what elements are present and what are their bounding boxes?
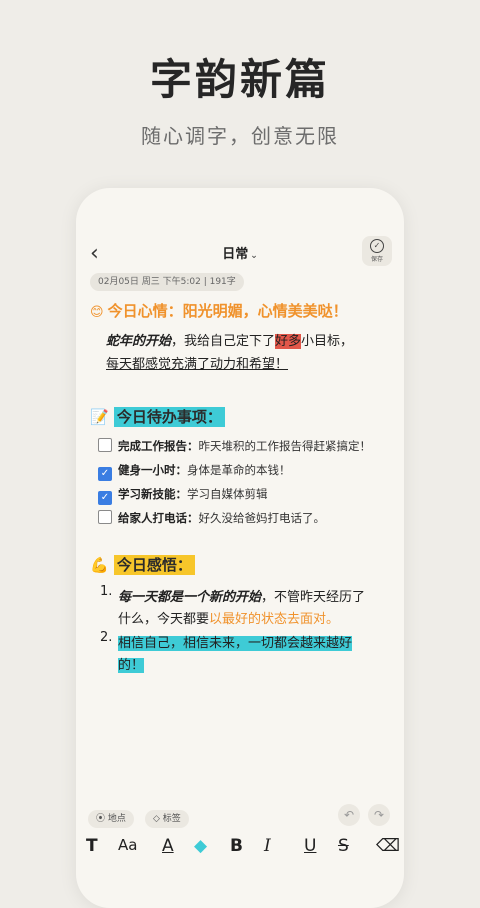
save-button[interactable]: ✓ 保存 (362, 236, 392, 266)
note-meta: 02月05日 周三 下午5:02 | 191字 (90, 273, 244, 291)
strikethrough-icon[interactable]: S (338, 836, 349, 856)
mood-text: 今日心情：阳光明媚，心情美美哒！ (107, 302, 348, 320)
location-pin-icon: ⦿ (96, 814, 108, 824)
list-number: 2. (100, 630, 113, 645)
insight-highlight: 相信自己，相信未来，一切都会越来越好 (118, 636, 353, 651)
todo-item: 给家人打电话：好久没给爸妈打电话了。 (98, 510, 325, 526)
undo-icon[interactable]: ↶ (338, 804, 360, 826)
italic-icon[interactable]: I (264, 836, 271, 856)
checkbox-checked[interactable]: ✓ (98, 467, 112, 481)
smile-emoji-icon: 😊 (90, 305, 104, 320)
insight-1-line-1: 每一天都是一个新的开始，不管昨天经历了 (118, 586, 365, 605)
todo-title: 健身一小时： (118, 463, 187, 477)
intro-text-end: 小目标， (301, 334, 354, 349)
insight-2-line-2: 的！ (118, 654, 145, 673)
check-circle-icon: ✓ (370, 239, 384, 253)
insight-bold: 每一天都是一个新的开始 (118, 590, 262, 605)
todo-desc: 好久没给爸妈打电话了。 (198, 511, 326, 525)
intro-text: ，我给自己定下了 (171, 334, 276, 349)
intro-line-2: 每天都感觉充满了动力和希望！ (106, 357, 289, 372)
insight-1-line-2: 什么，今天都要以最好的状态去面对。 (118, 608, 339, 627)
font-size-icon[interactable]: Aa (118, 836, 137, 854)
todo-desc: 身体是革命的本钱！ (187, 463, 291, 477)
insight-text: ，不管昨天经历了 (261, 590, 366, 605)
font-color-icon[interactable]: A (162, 836, 174, 856)
list-number: 1. (100, 584, 113, 599)
memo-emoji-icon: 📝 (90, 408, 109, 426)
todo-item: ✓ 健身一小时：身体是革命的本钱！ (98, 462, 291, 481)
category-label: 日常 (222, 247, 249, 262)
underline-icon[interactable]: U (304, 836, 316, 856)
muscle-emoji-icon: 💪 (90, 556, 109, 574)
hero-title: 字韵新篇 (149, 55, 330, 104)
checkbox[interactable] (98, 510, 112, 524)
todo-heading: 📝 今日待办事项： (90, 406, 225, 427)
checkbox[interactable] (98, 438, 112, 452)
todo-title: 完成工作报告： (118, 439, 199, 453)
todo-heading-text: 今日待办事项： (113, 407, 225, 427)
category-selector[interactable]: 日常 ⌄ (76, 243, 404, 262)
feel-heading: 💪 今日感悟： (90, 554, 195, 575)
hero-subtitle: 随心调字，创意无限 (141, 124, 339, 148)
highlight-fill-icon[interactable]: ◆ (194, 836, 207, 856)
intro-line-1: 蛇年的开始，我给自己定下了好多小目标， (106, 330, 353, 349)
tag-icon: ◇ (152, 814, 163, 824)
chevron-down-icon: ⌄ (250, 251, 258, 261)
todo-title: 学习新技能： (118, 487, 187, 501)
insight-2-line-1: 相信自己，相信未来，一切都会越来越好 (118, 632, 353, 651)
mood-line: 😊 今日心情：阳光明媚，心情美美哒！ (90, 300, 348, 321)
checkbox-checked[interactable]: ✓ (98, 491, 112, 505)
tag-label: 标签 (162, 814, 181, 824)
location-chip[interactable]: ⦿ 地点 (88, 810, 134, 828)
location-label: 地点 (107, 814, 126, 824)
eraser-icon[interactable]: ⌫ (376, 836, 400, 856)
todo-desc: 学习自媒体剪辑 (187, 487, 268, 501)
todo-item: ✓ 学习新技能：学习自媒体剪辑 (98, 486, 268, 505)
bold-icon[interactable]: B (230, 836, 243, 856)
note-chips: ⦿ 地点 ◇ 标签 (88, 806, 195, 828)
todo-item: 完成工作报告：昨天堆积的工作报告得赶紧搞定！ (98, 438, 371, 454)
insight-orange-text: 以最好的状态去面对。 (209, 612, 340, 627)
insight-highlight: 的！ (118, 658, 145, 673)
format-toolbar: T Aa A ◆ B I U S ⌫ (76, 832, 404, 868)
highlighted-text: 好多 (275, 334, 302, 349)
insight-text: 什么，今天都要 (118, 612, 210, 627)
feel-heading-text: 今日感悟： (113, 555, 195, 575)
calligraphy-text: 蛇年的开始 (106, 334, 172, 349)
todo-title: 给家人打电话： (118, 511, 199, 525)
redo-icon[interactable]: ↷ (368, 804, 390, 826)
save-label: 保存 (370, 256, 383, 263)
phone-screen: ‹ 日常 ⌄ ✓ 保存 02月05日 周三 下午5:02 | 191字 😊 今日心情… (76, 188, 404, 908)
tag-chip[interactable]: ◇ 标签 (144, 810, 189, 828)
text-style-icon[interactable]: T (86, 836, 98, 856)
todo-desc: 昨天堆积的工作报告得赶紧搞定！ (198, 439, 372, 453)
